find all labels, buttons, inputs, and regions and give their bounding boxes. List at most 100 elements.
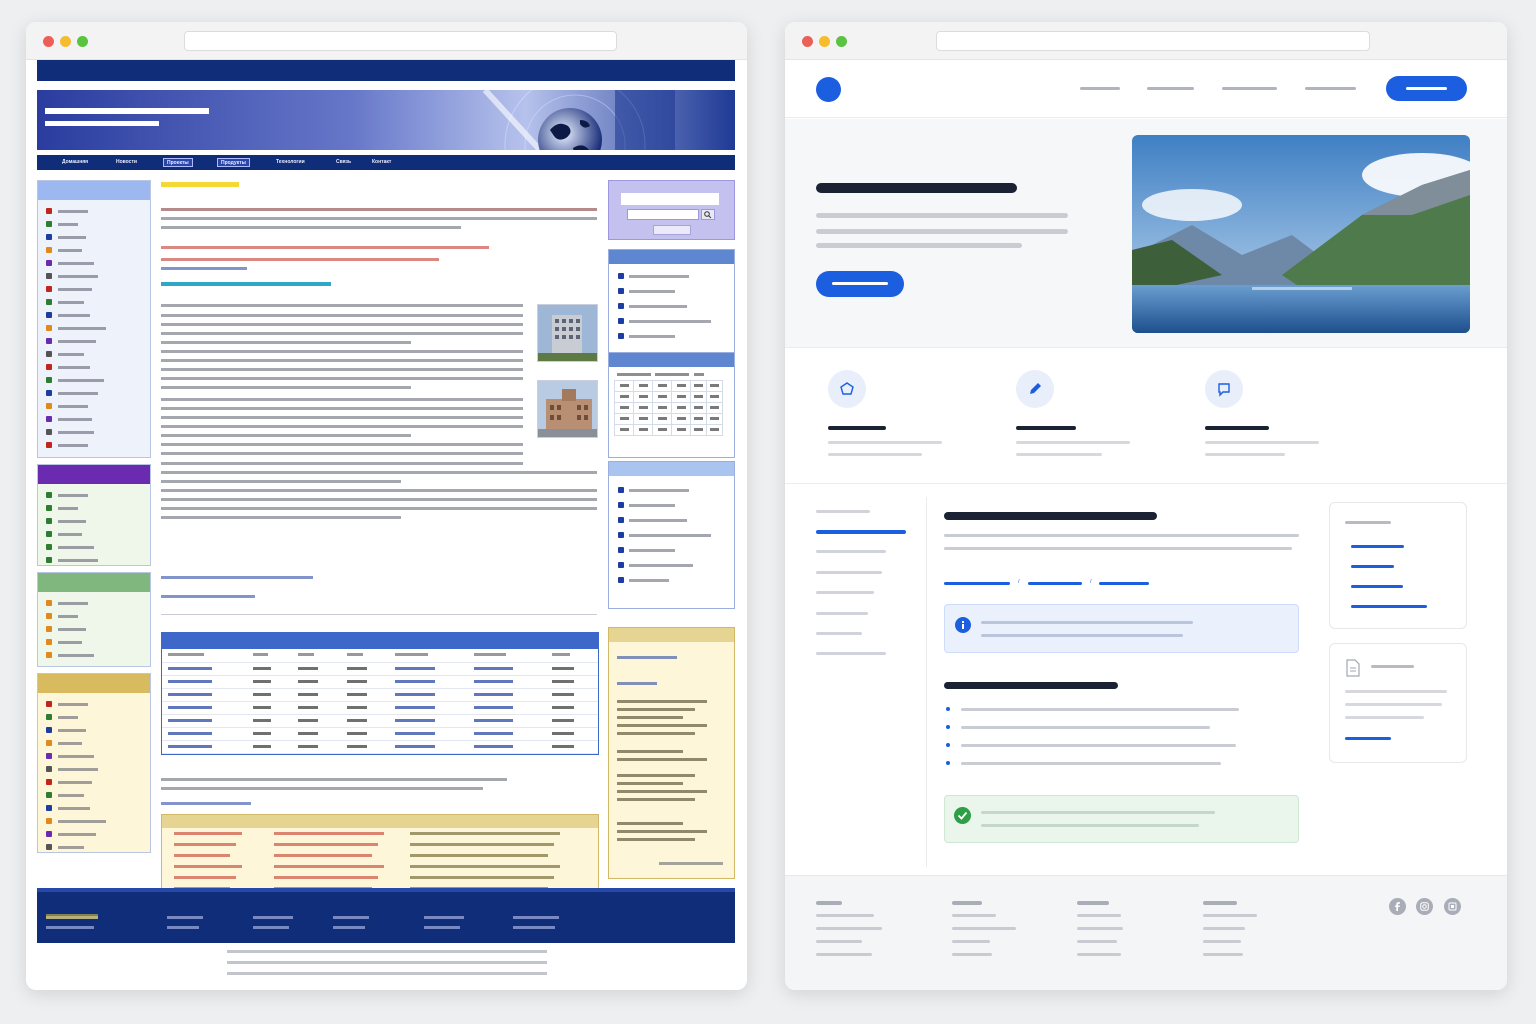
sidenav-item[interactable] bbox=[816, 632, 862, 635]
nav-item[interactable] bbox=[1080, 87, 1120, 90]
sidenav-item[interactable] bbox=[816, 591, 874, 594]
table-cell[interactable] bbox=[467, 675, 547, 689]
link-text[interactable] bbox=[629, 335, 675, 338]
minimize-window-button[interactable] bbox=[60, 36, 71, 47]
footer-link[interactable] bbox=[816, 927, 882, 930]
table-cell[interactable] bbox=[467, 714, 547, 728]
sidebar-link[interactable] bbox=[38, 489, 150, 502]
sidebar-link[interactable] bbox=[38, 815, 150, 828]
search-input[interactable] bbox=[627, 209, 699, 220]
sidenav-item[interactable] bbox=[816, 550, 886, 553]
calendar-cell[interactable] bbox=[652, 413, 672, 425]
sidebar-link[interactable] bbox=[38, 426, 150, 439]
calendar-cell[interactable] bbox=[706, 380, 723, 392]
sidebar-link[interactable] bbox=[38, 528, 150, 541]
sidebar-link[interactable] bbox=[38, 597, 150, 610]
login-field[interactable] bbox=[621, 193, 719, 205]
search-button[interactable] bbox=[701, 209, 715, 220]
sidebar-link[interactable] bbox=[38, 283, 150, 296]
sidebar-link[interactable] bbox=[38, 244, 150, 257]
nav-item-2[interactable]: Проекты bbox=[163, 158, 193, 167]
footer-link[interactable] bbox=[1077, 927, 1123, 930]
footer-link[interactable] bbox=[167, 926, 199, 929]
table-cell[interactable] bbox=[389, 740, 468, 754]
sidebar-link[interactable] bbox=[38, 724, 150, 737]
link-text[interactable] bbox=[629, 305, 687, 308]
footer-link[interactable] bbox=[952, 927, 1016, 930]
sidebar-link[interactable] bbox=[38, 515, 150, 528]
footer-link[interactable] bbox=[1203, 953, 1243, 956]
link-text[interactable] bbox=[629, 504, 675, 507]
table-cell[interactable] bbox=[162, 740, 248, 754]
calendar-cell[interactable] bbox=[652, 402, 672, 414]
sidebar-link[interactable] bbox=[38, 737, 150, 750]
sidebar-link[interactable] bbox=[38, 636, 150, 649]
nav-item-4[interactable]: Технологии bbox=[273, 158, 308, 167]
table-cell[interactable] bbox=[389, 701, 468, 715]
calendar-cell[interactable] bbox=[706, 402, 723, 414]
footer-link[interactable] bbox=[1203, 940, 1241, 943]
footer-link[interactable] bbox=[952, 940, 990, 943]
close-window-button[interactable] bbox=[43, 36, 54, 47]
calendar-cell[interactable] bbox=[671, 424, 691, 436]
sidenav-item[interactable] bbox=[816, 652, 886, 655]
table-cell[interactable] bbox=[162, 688, 248, 702]
link-text[interactable] bbox=[629, 579, 669, 582]
sidebar-link[interactable] bbox=[38, 439, 150, 452]
calendar-cell[interactable] bbox=[706, 391, 723, 403]
footer-link[interactable] bbox=[1077, 953, 1121, 956]
calendar-cell[interactable] bbox=[633, 402, 653, 414]
link-text[interactable] bbox=[629, 534, 711, 537]
nav-item[interactable] bbox=[1222, 87, 1277, 90]
sidebar-link[interactable] bbox=[38, 309, 150, 322]
calendar-cell[interactable] bbox=[614, 402, 634, 414]
link-text[interactable] bbox=[629, 549, 675, 552]
sidebar-link[interactable] bbox=[38, 374, 150, 387]
sidenav-item[interactable] bbox=[816, 612, 868, 615]
share-icon[interactable] bbox=[1444, 898, 1461, 915]
footer-link[interactable] bbox=[952, 953, 992, 956]
link-text[interactable] bbox=[629, 489, 689, 492]
nav-item-1[interactable]: Новости bbox=[113, 158, 140, 167]
calendar-cell[interactable] bbox=[690, 424, 707, 436]
sidebar-link[interactable] bbox=[38, 541, 150, 554]
calendar-cell[interactable] bbox=[652, 380, 672, 392]
calendar-cell[interactable] bbox=[690, 402, 707, 414]
calendar-cell[interactable] bbox=[706, 424, 723, 436]
close-window-button[interactable] bbox=[802, 36, 813, 47]
footer-link[interactable] bbox=[333, 926, 365, 929]
footer-link[interactable] bbox=[1203, 927, 1245, 930]
sidebar-link[interactable] bbox=[38, 218, 150, 231]
sidebar-link[interactable] bbox=[38, 231, 150, 244]
calendar-cell[interactable] bbox=[633, 380, 653, 392]
card-link[interactable] bbox=[1351, 565, 1394, 568]
link-text[interactable] bbox=[629, 290, 675, 293]
sidebar-link[interactable] bbox=[38, 387, 150, 400]
instagram-icon[interactable] bbox=[1416, 898, 1433, 915]
minimize-window-button[interactable] bbox=[819, 36, 830, 47]
calendar-cell[interactable] bbox=[671, 402, 691, 414]
sidebar-link[interactable] bbox=[38, 698, 150, 711]
calendar-cell[interactable] bbox=[671, 380, 691, 392]
table-cell[interactable] bbox=[389, 662, 468, 676]
sidebar-link[interactable] bbox=[38, 361, 150, 374]
footer-link[interactable] bbox=[513, 916, 559, 919]
calendar-cell[interactable] bbox=[671, 391, 691, 403]
footer-link[interactable] bbox=[424, 926, 460, 929]
breadcrumb-link[interactable] bbox=[1099, 582, 1149, 585]
footer-link[interactable] bbox=[424, 916, 464, 919]
sidebar-link[interactable] bbox=[38, 502, 150, 515]
nav-item-3[interactable]: Продукты bbox=[217, 158, 250, 167]
card-link[interactable] bbox=[1345, 737, 1391, 740]
calendar-cell[interactable] bbox=[614, 413, 634, 425]
hero-button[interactable] bbox=[816, 271, 904, 297]
breadcrumb-link[interactable] bbox=[944, 582, 1010, 585]
maximize-window-button[interactable] bbox=[77, 36, 88, 47]
sidebar-link[interactable] bbox=[38, 841, 150, 854]
nav-item[interactable] bbox=[1305, 87, 1356, 90]
card-link[interactable] bbox=[1351, 605, 1427, 608]
sidebar-link[interactable] bbox=[38, 348, 150, 361]
table-cell[interactable] bbox=[162, 714, 248, 728]
table-cell[interactable] bbox=[467, 662, 547, 676]
nav-item-0[interactable]: Домашняя bbox=[59, 158, 91, 167]
